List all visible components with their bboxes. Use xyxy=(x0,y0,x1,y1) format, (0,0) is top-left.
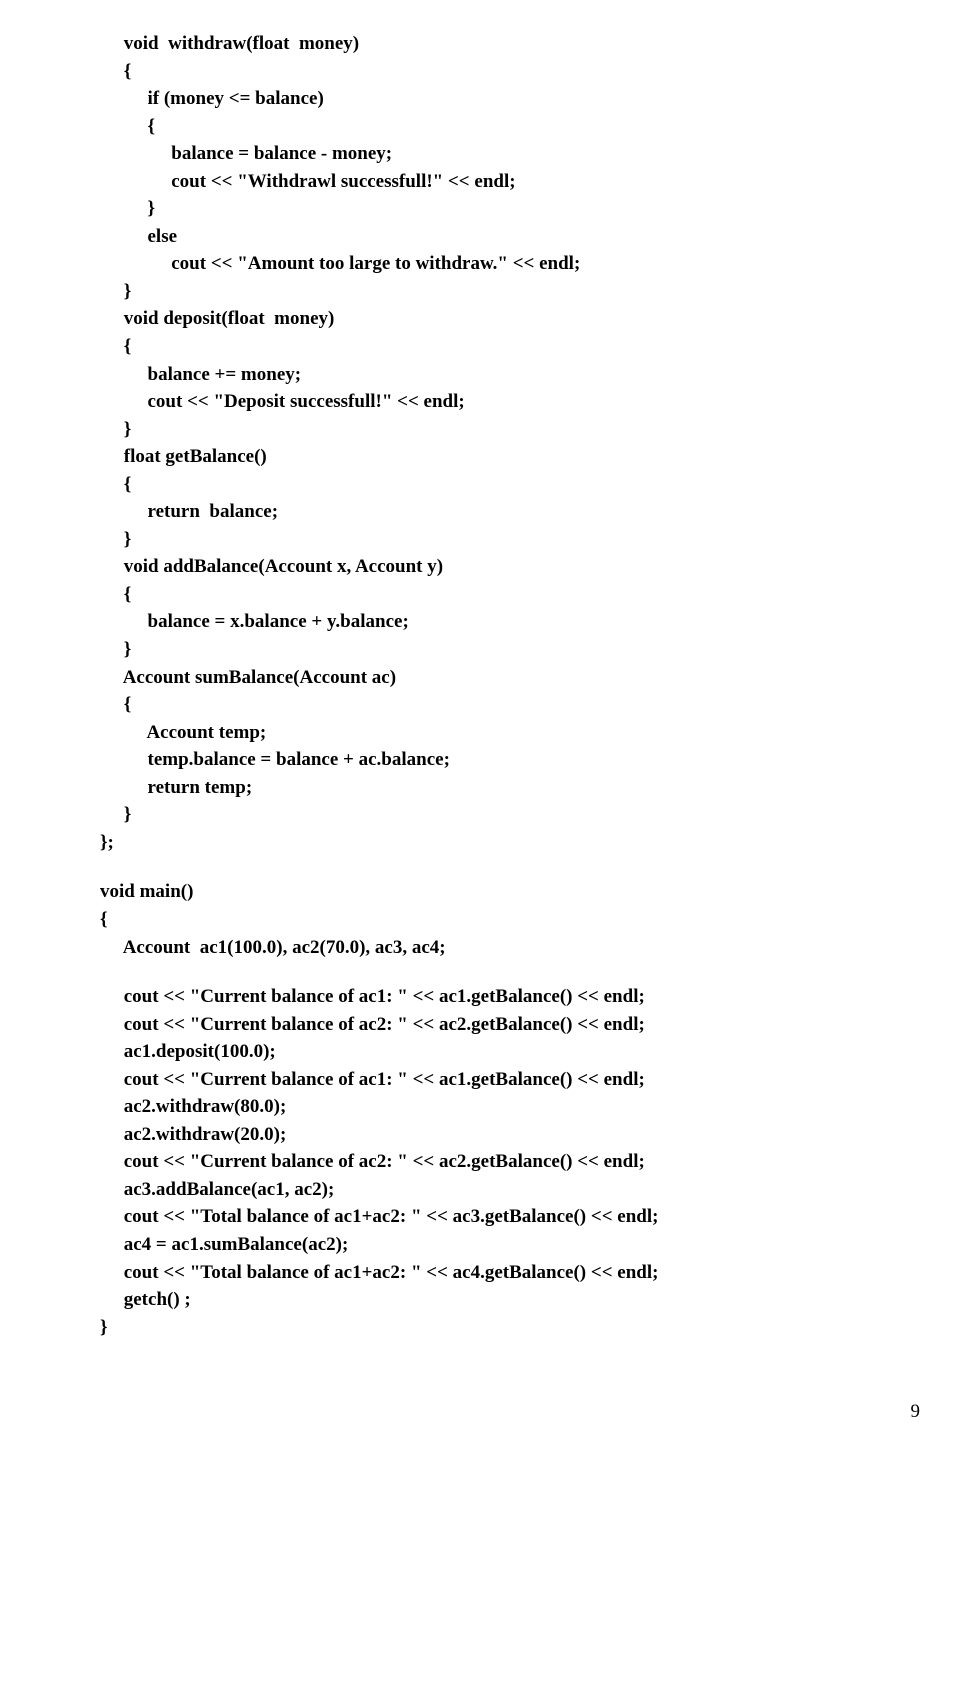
page-number: 9 xyxy=(0,1371,960,1423)
code-block-1: void withdraw(float money) { if (money <… xyxy=(100,30,860,856)
code-block-2: void main() { Account ac1(100.0), ac2(70… xyxy=(100,878,860,961)
code-block-3: cout << "Current balance of ac1: " << ac… xyxy=(100,983,860,1341)
document-page: void withdraw(float money) { if (money <… xyxy=(0,0,960,1371)
